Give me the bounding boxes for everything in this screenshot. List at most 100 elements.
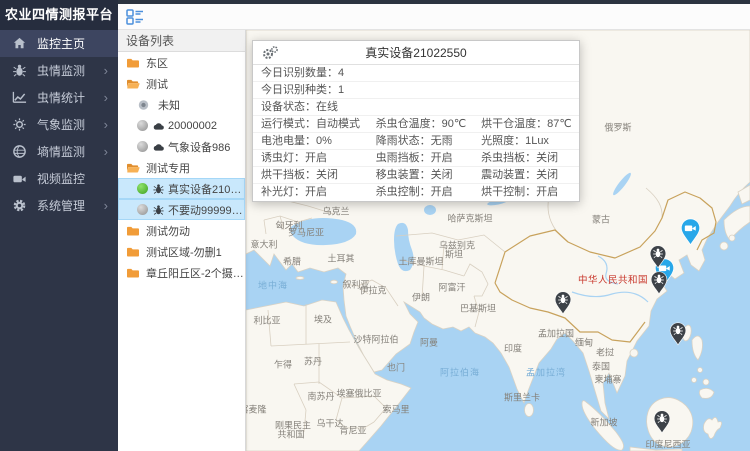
popup-body: 今日识别数量：4今日识别种类：1设备状态：在线运行模式：自动模式杀虫仓温度：90…	[253, 65, 579, 201]
popup-field: 烘干控制：开启	[481, 184, 571, 201]
folder-closed-icon	[126, 225, 140, 237]
sidebar-item-label: 气象监测	[37, 116, 85, 133]
toolbar	[118, 4, 750, 30]
device-tree-item[interactable]: 真实设备21022550	[118, 178, 245, 199]
device-tree-item-label: 不要动99999999	[168, 202, 245, 218]
device-tree-item-label: 东区	[146, 55, 168, 71]
device-tree-item[interactable]: 不要动99999999	[118, 199, 245, 220]
popup-field: 今日识别种类：1	[261, 82, 571, 98]
popup-field: 电池电量：0%	[261, 133, 376, 149]
sidebar-item-home[interactable]: 监控主页	[0, 30, 118, 57]
sidebar: 农业四情测报平台 监控主页虫情监测 › 虫情统计 › 气象监测 › 墒情监测 › 视频监控系统管…	[0, 0, 118, 451]
popup-field-row: 烘干挡板：关闭移虫装置：关闭震动装置：关闭	[253, 167, 579, 184]
map-pin-bug[interactable]	[669, 322, 687, 346]
chevron-right-icon: ›	[104, 84, 108, 111]
popup-header: 真实设备21022550	[253, 41, 579, 65]
popup-field: 诱虫灯：开启	[261, 150, 376, 166]
sidebar-item-label: 虫情监测	[37, 62, 85, 79]
popup-field: 杀虫仓温度：90℃	[376, 116, 481, 132]
device-tree-item-label: 真实设备21022550	[168, 181, 245, 197]
popup-field: 补光灯：开启	[261, 184, 376, 201]
sidebar-item-label: 系统管理	[37, 197, 85, 214]
popup-field-row: 设备状态：在线	[253, 99, 579, 116]
map-pin-camera[interactable]	[680, 218, 701, 246]
sidebar-item-label: 视频监控	[37, 170, 85, 187]
device-tree-item[interactable]: 测试专用	[118, 157, 245, 178]
device-tree-item-label: 气象设备986	[168, 139, 230, 155]
app-title: 农业四情测报平台	[0, 0, 118, 30]
folder-open-icon	[126, 162, 140, 174]
device-tree-item-label: 测试勿动	[146, 223, 190, 239]
map-pin-bug[interactable]	[649, 245, 667, 269]
status-dot-green	[137, 183, 148, 194]
popup-field-row: 运行模式：自动模式杀虫仓温度：90℃烘干仓温度：87℃	[253, 116, 579, 133]
device-list-title: 设备列表	[118, 30, 245, 52]
popup-field: 降雨状态：无雨	[376, 133, 481, 149]
device-tree-toggle-icon[interactable]	[126, 9, 144, 25]
sidebar-item-stats[interactable]: 虫情统计 ›	[0, 84, 118, 111]
video-icon	[12, 171, 27, 186]
gear-icon	[12, 198, 27, 213]
device-tree-item[interactable]: 气象设备986	[118, 136, 245, 157]
popup-field-row: 电池电量：0%降雨状态：无雨光照度：1Lux	[253, 133, 579, 150]
device-tree-item[interactable]: 20000002	[118, 115, 245, 136]
device-tree: 东区测试未知20000002 气象设备986 测试专用真实设备21022550 不要动…	[118, 52, 245, 283]
sidebar-item-insect[interactable]: 虫情监测 ›	[0, 57, 118, 84]
popup-field: 运行模式：自动模式	[261, 116, 376, 132]
sidebar-item-system[interactable]: 系统管理 ›	[0, 192, 118, 219]
popup-field: 烘干仓温度：87℃	[481, 116, 571, 132]
status-dot-gray	[137, 141, 148, 152]
popup-field-row: 今日识别种类：1	[253, 82, 579, 99]
folder-closed-icon	[126, 246, 140, 258]
popup-field: 杀虫控制：开启	[376, 184, 481, 201]
popup-field-row: 补光灯：开启杀虫控制：开启烘干控制：开启	[253, 184, 579, 201]
device-tree-item[interactable]: 测试区域-勿删1	[118, 241, 245, 262]
folder-closed-icon	[126, 57, 140, 69]
chevron-right-icon: ›	[104, 192, 108, 219]
sidebar-item-weather[interactable]: 气象监测 ›	[0, 111, 118, 138]
device-tree-item-label: 测试	[146, 76, 168, 92]
chevron-right-icon: ›	[104, 138, 108, 165]
sidebar-item-video[interactable]: 视频监控	[0, 165, 118, 192]
map-pin-bug[interactable]	[653, 410, 671, 434]
station-device-icon	[152, 120, 165, 132]
device-tree-item[interactable]: 章丘阳丘区-2个摄像头	[118, 262, 245, 283]
device-tree-item-label: 章丘阳丘区-2个摄像头	[146, 265, 245, 281]
bug-device-icon	[152, 183, 165, 195]
station-device-icon	[152, 141, 165, 153]
folder-closed-icon	[126, 267, 140, 279]
soil-icon	[12, 144, 27, 159]
bug-device-icon	[152, 204, 165, 216]
settings-gears-icon[interactable]	[261, 45, 279, 61]
sidebar-item-label: 墒情监测	[37, 143, 85, 160]
status-dot-gray	[137, 120, 148, 131]
device-list-panel: 设备列表 东区测试未知20000002 气象设备986 测试专用真实设备210225…	[118, 30, 246, 451]
popup-field-row: 诱虫灯：开启虫雨挡板：开启杀虫挡板：关闭	[253, 150, 579, 167]
popup-field: 今日识别数量：4	[261, 65, 571, 81]
popup-field: 设备状态：在线	[261, 99, 571, 115]
bug-icon	[12, 63, 27, 78]
device-info-popup: 真实设备21022550 今日识别数量：4今日识别种类：1设备状态：在线运行模式…	[252, 40, 580, 202]
chevron-right-icon: ›	[104, 111, 108, 138]
app-window: 农业四情测报平台 监控主页虫情监测 › 虫情统计 › 气象监测 › 墒情监测 › 视频监控系统管…	[0, 0, 750, 451]
popup-field: 光照度：1Lux	[481, 133, 571, 149]
device-tree-item-label: 测试专用	[146, 160, 190, 176]
chart-icon	[12, 90, 27, 105]
popup-title: 真实设备21022550	[253, 41, 579, 65]
device-tree-item[interactable]: 东区	[118, 52, 245, 73]
sidebar-item-label: 虫情统计	[37, 89, 85, 106]
device-tree-item[interactable]: 测试	[118, 73, 245, 94]
map-pin-bug[interactable]	[554, 291, 572, 315]
sidebar-item-soil[interactable]: 墒情监测 ›	[0, 138, 118, 165]
map-pin-bug[interactable]	[650, 271, 668, 295]
popup-field: 震动装置：关闭	[481, 167, 571, 183]
device-tree-item[interactable]: 测试勿动	[118, 220, 245, 241]
device-tree-item[interactable]: 未知	[118, 94, 245, 115]
device-tree-item-label: 测试区域-勿删1	[146, 244, 222, 260]
popup-field: 杀虫挡板：关闭	[481, 150, 571, 166]
folder-open-icon	[126, 78, 140, 90]
chevron-right-icon: ›	[104, 57, 108, 84]
popup-field: 移虫装置：关闭	[376, 167, 481, 183]
popup-field-row: 今日识别数量：4	[253, 65, 579, 82]
status-dot-gray	[137, 204, 148, 215]
